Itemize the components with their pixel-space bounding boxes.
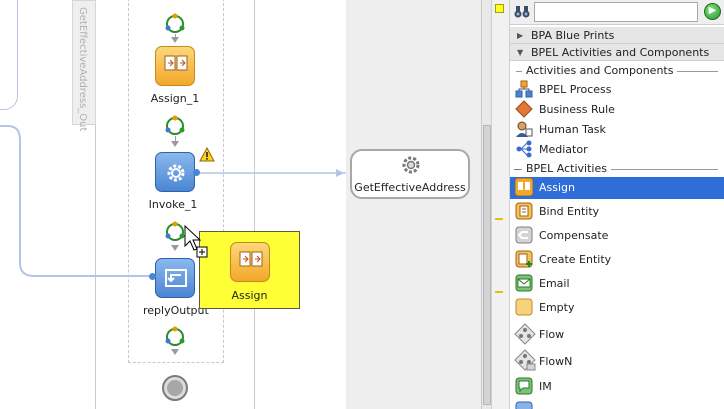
palette-item-label: Mediator: [539, 143, 588, 156]
palette-item-flown[interactable]: FlowN: [510, 348, 724, 374]
palette-item-human-task[interactable]: Human Task: [510, 119, 724, 141]
palette-item-label: IM: [539, 380, 552, 393]
section-activities-components: Activities and Components: [510, 64, 724, 79]
reply-output-activity[interactable]: [155, 258, 195, 298]
palette-item-im[interactable]: IM: [510, 376, 724, 398]
assign-icon: [164, 55, 188, 71]
section-bpel-activities: BPEL Activities: [510, 162, 724, 177]
compensate-icon: [515, 226, 533, 244]
palette-item-email[interactable]: Email: [510, 273, 724, 295]
overview-ruler[interactable]: [491, 0, 510, 409]
palette-item-mediator[interactable]: Mediator: [510, 139, 724, 161]
group-bpa-blue-prints-label: BPA Blue Prints: [531, 29, 615, 42]
palette-item-partial[interactable]: [510, 400, 724, 409]
scope-tab-label: GetEffectiveAddress_Out: [77, 7, 88, 132]
gear-icon: [167, 164, 185, 182]
palette-item-label: Empty: [539, 301, 575, 314]
bpel-process-icon: [515, 80, 533, 98]
palette-item-label: Bind Entity: [539, 205, 600, 218]
group-bpel-activities-components[interactable]: ▼ BPEL Activities and Components: [510, 44, 724, 61]
connector-icon[interactable]: [164, 326, 186, 348]
section-bpel-activities-label: BPEL Activities: [522, 162, 611, 175]
palette-item-bpel-process[interactable]: BPEL Process: [510, 79, 724, 101]
flown-icon: [514, 349, 536, 371]
empty-icon: [515, 298, 533, 316]
palette-item-label: FlowN: [539, 355, 573, 368]
chevron-right-icon: ▶: [517, 31, 524, 40]
palette-item-flow[interactable]: Flow: [510, 322, 724, 348]
canvas-partner-lane: [346, 0, 481, 409]
palette-item-label: Assign: [539, 181, 575, 194]
section-activities-components-label: Activities and Components: [522, 64, 678, 77]
assign-icon: [515, 178, 533, 196]
palette-item-assign[interactable]: Assign: [510, 177, 724, 199]
palette-item-label: BPEL Process: [539, 83, 612, 96]
drag-preview: Assign: [199, 231, 300, 309]
group-bpel-activities-components-label: BPEL Activities and Components: [531, 46, 710, 59]
partial-icon: [515, 401, 533, 409]
warning-icon[interactable]: [199, 147, 215, 162]
reply-icon: [165, 269, 187, 287]
search-go-button[interactable]: ▶: [704, 3, 721, 20]
palette-item-create-entity[interactable]: Create Entity: [510, 249, 724, 271]
bpel-design-canvas[interactable]: GetEffectiveAddress_Out Assign_1 Invoke_…: [0, 0, 346, 409]
im-icon: [515, 377, 533, 395]
palette-item-compensate[interactable]: Compensate: [510, 225, 724, 247]
scope-tab[interactable]: GetEffectiveAddress_Out: [72, 0, 96, 131]
scrollbar-thumb[interactable]: [483, 125, 491, 405]
assign-1-label: Assign_1: [150, 92, 200, 105]
warning-tick[interactable]: [495, 218, 503, 220]
assign-icon: [239, 251, 263, 267]
canvas-vertical-scrollbar[interactable]: [481, 0, 491, 409]
binoculars-icon: [514, 6, 530, 18]
business-rule-icon: [515, 100, 533, 118]
flow-icon: [514, 323, 536, 345]
warning-tick[interactable]: [495, 291, 503, 293]
palette-item-label: Flow: [539, 328, 565, 341]
assign-1-activity[interactable]: [155, 46, 195, 86]
group-bpa-blue-prints[interactable]: ▶ BPA Blue Prints: [510, 27, 724, 44]
chevron-down-icon: ▼: [517, 48, 524, 57]
drop-pointer-icon: [184, 224, 208, 258]
palette-search-bar: ▶: [510, 0, 724, 25]
process-end-icon: [162, 375, 188, 401]
get-effective-address-service[interactable]: GetEffectiveAddress: [350, 149, 470, 199]
assign-drag-activity: [230, 242, 270, 282]
palette-item-business-rule[interactable]: Business Rule: [510, 99, 724, 121]
palette-item-label: Email: [539, 277, 570, 290]
invoke-1-activity[interactable]: [155, 152, 195, 192]
invoke-1-label: Invoke_1: [148, 198, 198, 211]
create-entity-icon: [515, 250, 533, 268]
reply-port: [149, 273, 156, 280]
invoke-port: [193, 169, 200, 176]
gear-icon: [402, 156, 420, 174]
get-effective-address-label: GetEffectiveAddress: [354, 181, 466, 194]
palette-item-empty[interactable]: Empty: [510, 297, 724, 319]
connector-icon[interactable]: [164, 13, 186, 35]
component-palette: ▶ ▶ BPA Blue Prints ▼ BPEL Activities an…: [510, 0, 724, 409]
palette-item-label: Business Rule: [539, 103, 615, 116]
palette-item-label: Compensate: [539, 229, 609, 242]
palette-search-input[interactable]: [534, 2, 698, 22]
human-task-icon: [516, 121, 533, 137]
mediator-icon: [516, 140, 532, 158]
warning-marker[interactable]: [495, 4, 504, 13]
palette-item-label: Create Entity: [539, 253, 612, 266]
palette-item-bind-entity[interactable]: Bind Entity: [510, 201, 724, 223]
palette-item-label: Human Task: [539, 123, 606, 136]
drag-preview-label: Assign: [231, 289, 268, 302]
email-icon: [515, 274, 533, 292]
connector-icon[interactable]: [164, 115, 186, 137]
bind-entity-icon: [515, 202, 533, 220]
